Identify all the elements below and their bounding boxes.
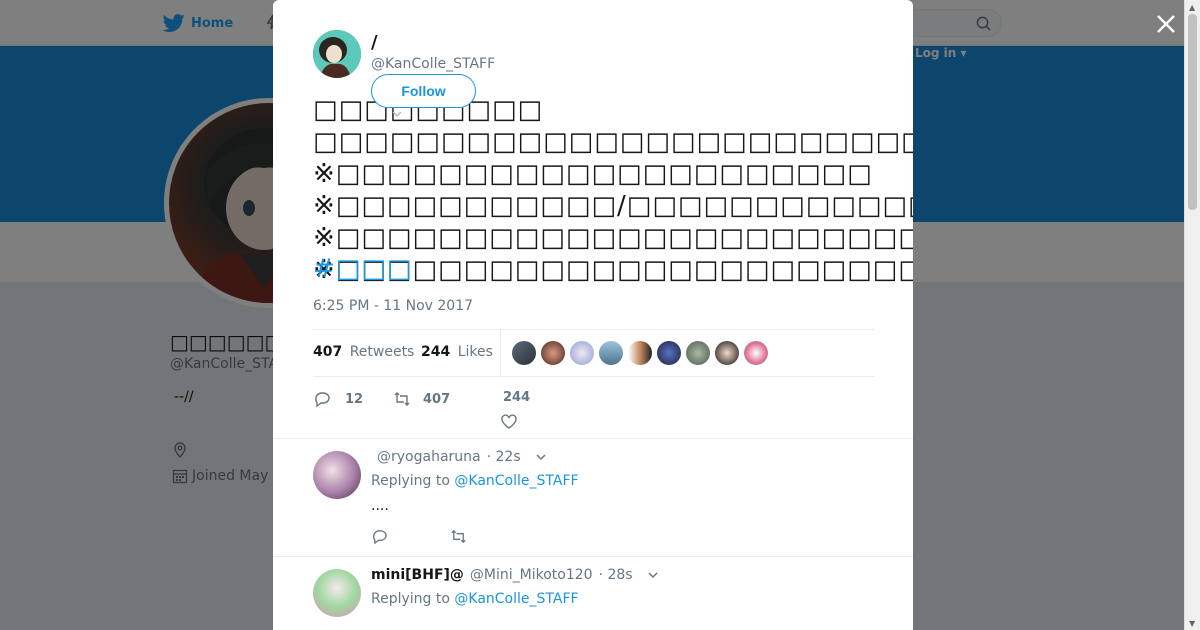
replying-to-prefix: Replying to	[371, 473, 450, 489]
reply-tweet[interactable]: @ryogaharuna · 22s Replying to @KanColle…	[273, 438, 913, 556]
likes-count: 244	[421, 344, 451, 360]
retweets-stat[interactable]: 407 Retweets	[313, 344, 414, 360]
author-name[interactable]: /	[371, 32, 378, 53]
retweet-count: 407	[423, 391, 451, 407]
stats-divider	[500, 330, 501, 376]
like-count-label[interactable]: 244	[503, 390, 530, 405]
likes-stat[interactable]: 244 Likes	[421, 344, 493, 360]
tweet-stats: 407 Retweets 244 Likes	[313, 329, 874, 377]
liker-avatar[interactable]	[744, 341, 768, 365]
retweets-label: Retweets	[349, 344, 415, 360]
author-avatar[interactable]	[313, 30, 361, 78]
reply-icon	[315, 392, 330, 408]
like-count: 244	[503, 390, 531, 405]
reply-author-handle[interactable]: @ryogaharuna	[377, 449, 481, 465]
reply-time[interactable]: · 28s	[599, 567, 633, 583]
liker-avatar[interactable]	[657, 341, 681, 365]
reply-text: ....	[371, 498, 389, 514]
tweet-hashtag-link[interactable]: #□□□	[313, 253, 412, 285]
chevron-down-icon[interactable]	[647, 569, 659, 581]
follow-button[interactable]: Follow	[371, 74, 476, 108]
tweet-modal: / @KanColle_STAFF □□□□□□□□□ □□□□□□□□□□□□…	[273, 0, 913, 630]
reply-author-handle[interactable]: @Mini_Mikoto120	[470, 567, 593, 583]
reply-header: mini[BHF]@ @Mini_Mikoto120 · 28s	[371, 567, 659, 583]
retweet-button[interactable]: 407	[393, 390, 450, 408]
liker-avatar[interactable]	[512, 341, 536, 365]
liker-avatar[interactable]	[686, 341, 710, 365]
liker-avatar[interactable]	[541, 341, 565, 365]
liker-avatar[interactable]	[570, 341, 594, 365]
liker-avatar[interactable]	[628, 341, 652, 365]
retweet-icon	[394, 392, 410, 406]
retweet-icon[interactable]	[450, 528, 467, 545]
replying-to-prefix: Replying to	[371, 591, 450, 607]
retweets-count: 407	[313, 344, 343, 360]
reply-count: 12	[345, 391, 364, 407]
chevron-down-icon[interactable]	[535, 451, 547, 463]
likes-label: Likes	[457, 344, 493, 360]
heart-icon	[501, 414, 517, 429]
scroll-down-arrow-icon[interactable]: ▼	[1189, 619, 1195, 628]
tweet-actions: 12 407 244	[313, 388, 874, 438]
close-icon[interactable]	[1154, 12, 1178, 36]
author-avatar-image	[313, 30, 361, 78]
like-button[interactable]	[500, 413, 518, 431]
tweet-timestamp[interactable]: 6:25 PM - 11 Nov 2017	[313, 298, 473, 314]
chevron-down-icon[interactable]	[391, 108, 403, 120]
scroll-up-arrow-icon[interactable]: ▲	[1189, 3, 1195, 12]
reply-author-name[interactable]: mini[BHF]@	[371, 567, 464, 583]
reply-actions	[371, 528, 467, 545]
reply-header: @ryogaharuna · 22s	[371, 449, 547, 465]
replying-to-line: Replying to @KanColle_STAFF	[371, 473, 579, 489]
reply-time[interactable]: · 22s	[487, 449, 521, 465]
replying-to-link[interactable]: @KanColle_STAFF	[454, 591, 578, 607]
scrollbar-thumb[interactable]	[1188, 14, 1197, 210]
likers-avatars	[512, 341, 768, 365]
liker-avatar[interactable]	[715, 341, 739, 365]
page-scrollbar[interactable]: ▲ ▼	[1184, 0, 1200, 630]
replying-to-link[interactable]: @KanColle_STAFF	[454, 473, 578, 489]
reply-tweet[interactable]: mini[BHF]@ @Mini_Mikoto120 · 28s Replyin…	[273, 556, 913, 630]
reply-button[interactable]: 12	[313, 390, 363, 408]
replying-to-line: Replying to @KanColle_STAFF	[371, 591, 579, 607]
reply-avatar[interactable]	[313, 451, 361, 499]
liker-avatar[interactable]	[599, 341, 623, 365]
author-handle[interactable]: @KanColle_STAFF	[371, 56, 495, 72]
reply-icon[interactable]	[371, 528, 388, 545]
reply-avatar[interactable]	[313, 569, 361, 617]
